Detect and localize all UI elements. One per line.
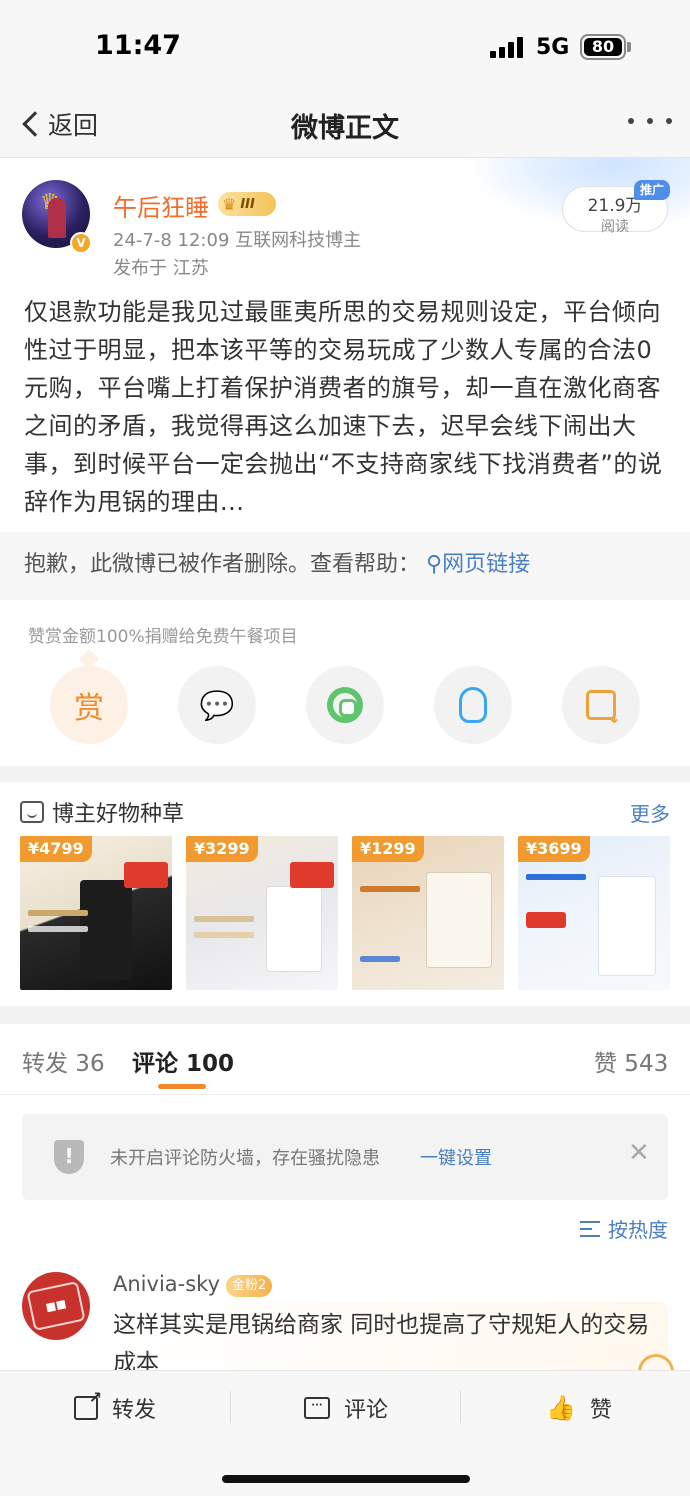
like-label: 赞 (589, 1398, 612, 1423)
share-row: 赏 💬 (50, 666, 640, 746)
repost-label: 转发 (112, 1398, 157, 1423)
promo-stripe (194, 916, 254, 922)
vip-level: III (240, 196, 255, 212)
close-icon[interactable]: ✕ (628, 1138, 650, 1168)
repost-button[interactable]: 转发 (74, 1388, 157, 1423)
comment-firewall-banner: ! 未开启评论防火墙，存在骚扰隐患 一键设置 ✕ (22, 1114, 668, 1200)
promo-sticker (290, 862, 334, 888)
moments-icon (327, 687, 363, 723)
save-image-icon (586, 690, 621, 727)
post-card: ♛ V 午后狂睡 ♛ III 24-7-8 12:09 互联网科技博主 发布于 … (0, 158, 690, 600)
tab-repost[interactable]: 转发 36 (22, 1044, 105, 1078)
post-meta: 24-7-8 12:09 互联网科技博主 (113, 230, 362, 251)
avatar-figure (48, 198, 66, 238)
store-icon (20, 801, 44, 823)
divider (0, 1094, 690, 1095)
status-time: 11:47 (95, 30, 181, 61)
status-bar: 11:47 5G 80 (0, 0, 690, 92)
comment-button[interactable]: ··· 评论 (304, 1393, 388, 1423)
shield-icon: ! (54, 1140, 84, 1174)
promo-stripe (526, 874, 586, 880)
goods-header: 博主好物种草 (20, 796, 184, 828)
promo-tag: 推广 (634, 180, 670, 200)
share-moments-button[interactable] (306, 666, 384, 744)
author-name[interactable]: 午后狂睡 (113, 188, 209, 223)
comments-section: 转发 36 评论 100 赞 543 ! 未开启评论防火墙，存在骚扰隐患 一键设… (0, 1024, 690, 1376)
sort-label: 按热度 (608, 1218, 668, 1242)
wechat-icon: 💬 (199, 688, 235, 722)
deleted-notice-text: 抱歉，此微博已被作者删除。查看帮助： (24, 552, 421, 577)
page-title: 微博正文 (291, 113, 399, 144)
tab-comment[interactable]: 评论 100 (132, 1044, 234, 1078)
firewall-text: 未开启评论防火墙，存在骚扰隐患 (110, 1148, 380, 1169)
goods-more-link[interactable]: 更多 (630, 798, 670, 827)
post-body: 仅退款功能是我见过最匪夷所思的交易规则设定，平台倾向性过于明显，把本该平等的交易… (24, 298, 663, 516)
goods-item[interactable]: ¥4799 (20, 836, 172, 990)
goods-row: ¥4799 ¥3299 ¥1299 ¥3699 (20, 836, 684, 990)
active-tab-indicator (158, 1084, 206, 1089)
goods-item[interactable]: ¥3299 (186, 836, 338, 990)
repost-icon (74, 1388, 102, 1420)
share-wechat-button[interactable]: 💬 (178, 666, 256, 744)
reward-label: 赏 (74, 691, 104, 726)
comment-label: 评论 (344, 1398, 389, 1423)
comment-icon: ··· (304, 1397, 330, 1419)
commenter-name[interactable]: Anivia-sky (113, 1272, 220, 1296)
sort-icon (580, 1220, 600, 1237)
goods-item[interactable]: ¥1299 (352, 836, 504, 990)
battery-tip (627, 42, 631, 52)
goods-price: ¥3699 (518, 836, 590, 862)
thumbs-up-icon: 👍 (546, 1394, 576, 1422)
promo-stripe (360, 886, 420, 892)
promo-stripe (360, 956, 400, 962)
product-image (266, 886, 322, 972)
promo-stripe (194, 932, 254, 938)
deleted-notice: 抱歉，此微博已被作者删除。查看帮助： ⚲网页链接 (0, 532, 690, 600)
goods-title: 博主好物种草 (52, 802, 185, 827)
goods-price: ¥1299 (352, 836, 424, 862)
crown-icon: ♛ (222, 194, 237, 214)
reward-button[interactable]: 赏 (50, 666, 128, 744)
promo-sticker (124, 862, 168, 888)
reward-note: 赞赏金额100%捐赠给免费午餐项目 (28, 627, 298, 647)
verified-badge-icon: V (70, 232, 92, 254)
product-image (426, 872, 492, 968)
share-qq-button[interactable] (434, 666, 512, 744)
goods-item[interactable]: ¥3699 (518, 836, 670, 990)
promo-stripe (28, 910, 88, 916)
network-type: 5G (536, 35, 570, 60)
goods-price: ¥3299 (186, 836, 258, 862)
firewall-setup-link[interactable]: 一键设置 (420, 1144, 492, 1170)
signal-icon (490, 36, 526, 58)
read-label: 阅读 (601, 219, 629, 235)
tab-like[interactable]: 赞 543 (594, 1044, 668, 1078)
avatar-stamp: ■■ (26, 1281, 86, 1331)
product-image (598, 876, 656, 976)
more-options-icon[interactable] (628, 118, 672, 132)
bottom-action-bar: 转发 ··· 评论 👍 赞 (0, 1370, 690, 1496)
battery-icon: 80 (580, 34, 626, 60)
like-button[interactable]: 👍 赞 (546, 1393, 612, 1423)
help-link[interactable]: 网页链接 (442, 552, 530, 577)
promo-stripe (28, 926, 88, 932)
link-icon: ⚲ (426, 552, 443, 577)
home-indicator[interactable] (222, 1475, 470, 1483)
qq-icon (459, 687, 487, 723)
fan-badge: 金粉2 (226, 1275, 273, 1297)
commenter-avatar[interactable]: ■■ (22, 1272, 90, 1340)
save-image-button[interactable] (562, 666, 640, 744)
separator (460, 1391, 461, 1423)
post-location: 发布于 江苏 (113, 258, 209, 279)
sort-toggle[interactable]: 按热度 (580, 1214, 668, 1243)
goods-price: ¥4799 (20, 836, 92, 862)
nav-bar: 返回 微博正文 (0, 92, 690, 158)
separator (230, 1391, 231, 1423)
promo-sticker (526, 912, 566, 928)
reward-share-card: 赞赏金额100%捐赠给免费午餐项目 赏 💬 (0, 600, 690, 766)
goods-card: 博主好物种草 更多 ¥4799 ¥3299 ¥1299 ¥3699 (0, 782, 690, 1006)
battery-level: 80 (584, 38, 622, 56)
vip-badge[interactable]: ♛ III (218, 192, 276, 216)
